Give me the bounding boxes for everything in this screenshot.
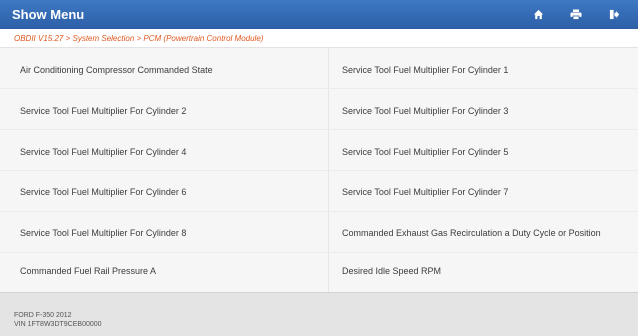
menu-item-commanded-egr-duty-cycle[interactable]: Commanded Exhaust Gas Recirculation a Du… <box>342 213 634 253</box>
vehicle-info-footer: FORD F-350 2012 VIN 1FT8W3DT9CEB00000 <box>0 292 638 336</box>
home-icon[interactable] <box>530 7 546 23</box>
menu-item-fuel-multiplier-cylinder-3[interactable]: Service Tool Fuel Multiplier For Cylinde… <box>342 91 634 131</box>
menu-item-fuel-multiplier-cylinder-5[interactable]: Service Tool Fuel Multiplier For Cylinde… <box>342 132 634 172</box>
exit-icon[interactable] <box>606 7 622 23</box>
menu-item-fuel-multiplier-cylinder-6[interactable]: Service Tool Fuel Multiplier For Cylinde… <box>20 172 320 212</box>
menu-list: Air Conditioning Compressor Commanded St… <box>0 48 638 292</box>
menu-item-desired-idle-speed-rpm[interactable]: Desired Idle Speed RPM <box>342 251 634 291</box>
vehicle-vin: VIN 1FT8W3DT9CEB00000 <box>14 321 102 328</box>
print-icon[interactable] <box>568 7 584 23</box>
menu-item-fuel-multiplier-cylinder-4[interactable]: Service Tool Fuel Multiplier For Cylinde… <box>20 132 320 172</box>
menu-item-fuel-multiplier-cylinder-8[interactable]: Service Tool Fuel Multiplier For Cylinde… <box>20 213 320 253</box>
menu-item-fuel-multiplier-cylinder-2[interactable]: Service Tool Fuel Multiplier For Cylinde… <box>20 91 320 131</box>
menu-item-ac-compressor-commanded-state[interactable]: Air Conditioning Compressor Commanded St… <box>20 50 320 90</box>
breadcrumb: OBDII V15.27 > System Selection > PCM (P… <box>14 33 264 43</box>
menu-item-commanded-fuel-rail-pressure-a[interactable]: Commanded Fuel Rail Pressure A <box>20 251 320 291</box>
breadcrumb-bar: OBDII V15.27 > System Selection > PCM (P… <box>0 29 638 48</box>
menu-item-fuel-multiplier-cylinder-7[interactable]: Service Tool Fuel Multiplier For Cylinde… <box>342 172 634 212</box>
page-title: Show Menu <box>12 7 85 22</box>
vehicle-model: FORD F-350 2012 <box>14 312 72 319</box>
header-toolbar <box>530 7 622 23</box>
menu-item-fuel-multiplier-cylinder-1[interactable]: Service Tool Fuel Multiplier For Cylinde… <box>342 50 634 90</box>
header-bar: Show Menu <box>0 0 638 29</box>
